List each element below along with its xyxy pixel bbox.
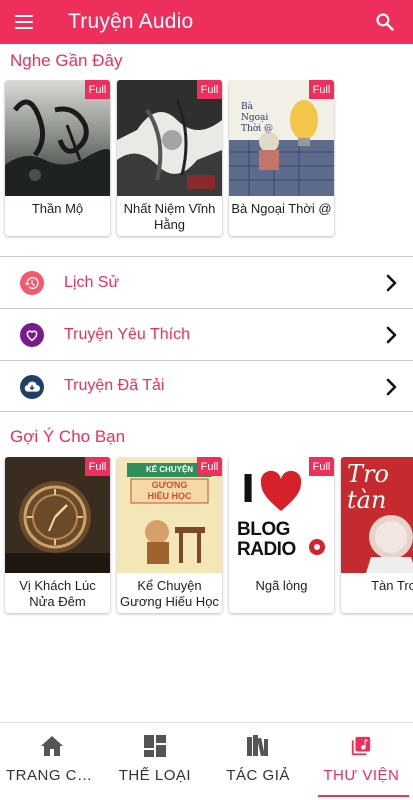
chevron-right-icon <box>386 326 397 344</box>
nav-item-categories[interactable]: THỂ LOẠI <box>103 723 206 800</box>
recent-card-ba-ngoai-thoi[interactable]: Bà Ngoại Thời @ Full Bà Ngoại Thời @ <box>229 80 334 236</box>
bottom-nav: TRANG CHỦ THỂ LOẠI TÁC GIẢ THƯ VIỆN <box>0 722 413 800</box>
cover-title-text: Bà Ngoại Thời @ <box>241 102 273 134</box>
full-badge: Full <box>309 457 334 476</box>
app-root: Truyện Audio Nghe Gần Đây Full Thần Mộ F… <box>0 0 413 800</box>
cloud-download-icon <box>20 375 44 399</box>
book-title: Vị Khách Lúc Nửa Đêm <box>19 578 96 609</box>
suggest-card-ke-chuyen[interactable]: KỂ CHUYỆN GƯƠNG HIẾU HỌC Full Kể Chuyện … <box>117 457 222 613</box>
book-title: Kể Chuyện Gương Hiếu Học <box>120 578 219 609</box>
app-title: Truyện Audio <box>68 10 194 33</box>
home-icon <box>39 733 65 759</box>
menu-label: Lịch Sử <box>64 273 120 291</box>
hamburger-menu-icon <box>15 15 33 30</box>
recent-list: Full Thần Mộ Full Nhất Niệm Vĩnh Hằng Bà… <box>0 80 413 240</box>
cover-text-mid: GƯƠNG <box>151 480 188 490</box>
history-icon <box>20 271 44 295</box>
full-badge: Full <box>197 457 222 476</box>
full-badge: Full <box>309 80 334 99</box>
nav-item-home[interactable]: TRANG CHỦ <box>0 723 103 800</box>
suggest-section-title: Gợi Ý Cho Bạn <box>10 427 126 446</box>
full-badge: Full <box>85 80 110 99</box>
nav-label: TRANG CHỦ <box>6 767 100 784</box>
library-menu: Lịch Sử Truyện Yêu Thích Truyện Đã Tải <box>0 256 413 412</box>
suggest-list: Full Vị Khách Lúc Nửa Đêm KỂ CHUYỆN GƯƠN… <box>0 457 413 617</box>
search-icon <box>376 13 394 31</box>
recent-card-than-mo[interactable]: Full Thần Mộ <box>5 80 110 236</box>
nav-label: THỂ LOẠI <box>118 767 192 784</box>
suggest-card-nga-long[interactable]: I BLOG RADIO Full Ngã lòng <box>229 457 334 613</box>
heart-icon <box>20 323 44 347</box>
cover-text-blog: BLOG <box>237 519 290 540</box>
nav-label: TÁC GIẢ <box>226 767 290 784</box>
library-music-icon <box>348 733 374 759</box>
suggest-card-tan-tro[interactable]: Tro tàn Tàn Tro <box>341 457 413 613</box>
book-title: Nhất Niệm Vĩnh Hằng <box>123 201 216 232</box>
nav-label: THƯ VIỆN <box>323 767 400 784</box>
menu-button[interactable] <box>0 0 52 44</box>
cover-text-i: I <box>241 467 256 511</box>
suggest-card-vi-khach[interactable]: Full Vị Khách Lúc Nửa Đêm <box>5 457 110 613</box>
menu-label: Truyện Yêu Thích <box>64 325 190 343</box>
grid-icon <box>142 733 168 759</box>
menu-item-history[interactable]: Lịch Sử <box>0 256 413 308</box>
nav-item-library[interactable]: THƯ VIỆN <box>310 723 413 800</box>
menu-item-downloads[interactable]: Truyện Đã Tải <box>0 360 413 412</box>
active-tab-indicator <box>317 795 409 797</box>
cover-text-bottom: HIẾU HỌC <box>147 491 192 501</box>
book-title: Bà Ngoại Thời @ <box>231 201 332 216</box>
recent-card-nhat-niem-vinh-hang[interactable]: Full Nhất Niệm Vĩnh Hằng <box>117 80 222 236</box>
book-title: Thần Mộ <box>31 201 84 216</box>
menu-label: Truyện Đã Tải <box>64 377 165 394</box>
book-title: Ngã lòng <box>255 578 308 593</box>
book-title: Tàn Tro <box>371 578 413 593</box>
search-button[interactable] <box>365 2 405 42</box>
chevron-right-icon <box>386 274 397 292</box>
app-bar: Truyện Audio <box>0 0 413 44</box>
full-badge: Full <box>85 457 110 476</box>
cover-title-text: Tro tàn <box>347 460 389 514</box>
cover-text-radio: RADIO <box>237 539 296 560</box>
full-badge: Full <box>197 80 222 99</box>
menu-item-favorites[interactable]: Truyện Yêu Thích <box>0 308 413 360</box>
nav-item-authors[interactable]: TÁC GIẢ <box>207 723 310 800</box>
chevron-right-icon <box>386 378 397 396</box>
books-icon <box>245 733 271 759</box>
recent-section-title: Nghe Gần Đây <box>10 51 123 70</box>
